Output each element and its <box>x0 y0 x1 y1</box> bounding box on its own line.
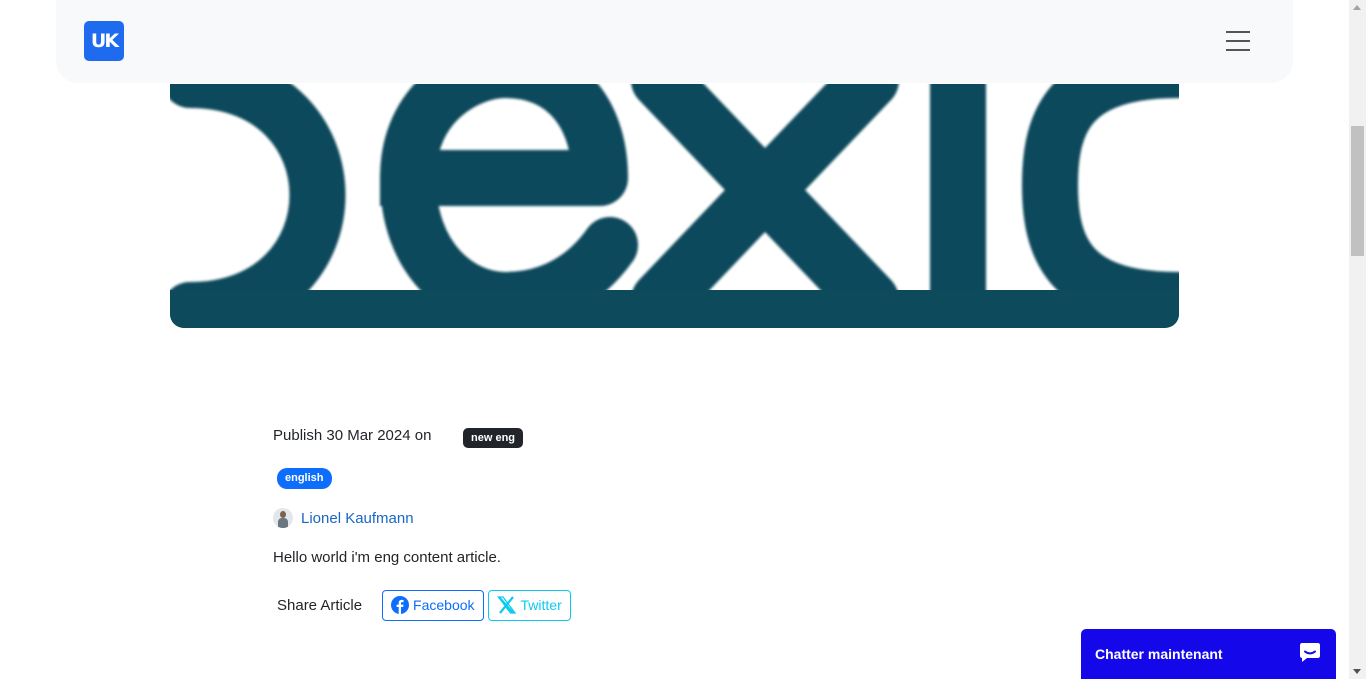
share-label: Share Article <box>277 596 363 614</box>
scroll-down-arrow-icon[interactable] <box>1353 669 1361 674</box>
x-twitter-icon <box>496 596 517 614</box>
publish-date: Publish 30 Mar 2024 on <box>273 427 432 444</box>
chat-widget-button[interactable]: Chatter maintenant <box>1081 629 1336 679</box>
twitter-label: Twitter <box>520 597 562 613</box>
share-row: Share Article Facebook Twitter <box>277 589 575 621</box>
twitter-share-button[interactable]: Twitter <box>487 589 571 621</box>
chat-label: Chatter maintenant <box>1095 646 1223 662</box>
hero-logo-graphic <box>170 60 1179 328</box>
scroll-thumb[interactable] <box>1351 126 1364 256</box>
hero-image <box>170 60 1179 328</box>
site-logo[interactable]: UK <box>84 21 124 61</box>
logo-text: UK <box>90 30 119 52</box>
page-scrollbar[interactable] <box>1349 0 1366 679</box>
facebook-icon <box>391 596 410 614</box>
avatar <box>273 508 293 528</box>
facebook-share-button[interactable]: Facebook <box>382 589 484 621</box>
scroll-up-arrow-icon[interactable] <box>1353 5 1361 10</box>
category-tag[interactable]: new eng <box>463 428 524 448</box>
author: Lionel Kaufmann <box>273 507 414 529</box>
language-tag[interactable]: english <box>277 468 332 489</box>
navbar: UK <box>56 0 1293 83</box>
page: UK Publish 30 Mar 2024 on new eng englis… <box>0 0 1366 679</box>
author-name-link[interactable]: Lionel Kaufmann <box>301 510 414 527</box>
hamburger-menu-icon[interactable] <box>1218 26 1258 56</box>
facebook-label: Facebook <box>413 597 475 613</box>
article-content: Hello world i'm eng content article. <box>273 549 501 566</box>
chat-bubble-icon <box>1298 640 1322 669</box>
